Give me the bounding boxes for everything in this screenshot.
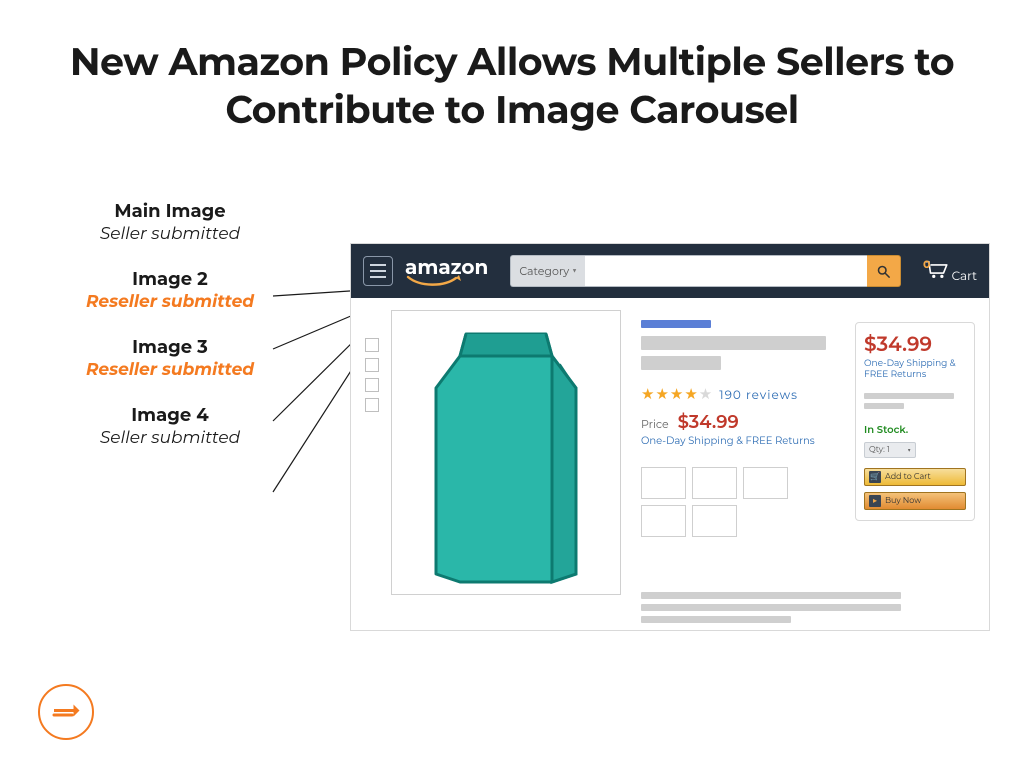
placeholder-line [864,393,954,399]
image-thumbnails [365,338,379,412]
menu-icon[interactable] [363,256,393,286]
slide: New Amazon Policy Allows Multiple Seller… [0,0,1024,768]
price-value: $34.99 [678,411,739,433]
title-placeholder [641,336,826,350]
label-main-image: Main Image Seller submitted [40,200,300,244]
product-page: ★★★★★190 reviews Price $34.99 One-Day Sh… [351,298,989,632]
brand-logo-badge [38,684,94,740]
buy-now-button[interactable]: ▸ Buy Now [864,492,966,510]
label-image-4: Image 4 Seller submitted [40,404,300,448]
label-title: Image 2 [40,268,300,290]
thumbnail[interactable] [365,398,379,412]
stock-status: In Stock. [864,423,966,436]
brand-logo-icon [51,701,81,723]
main-product-image [391,310,621,595]
reviews-link[interactable]: 190 reviews [719,388,798,403]
product-info: ★★★★★190 reviews Price $34.99 One-Day Sh… [641,320,836,537]
cart-count: 0 [923,257,930,271]
description-placeholder [641,592,901,623]
button-label: Buy Now [885,496,921,506]
variant-thumb[interactable] [743,467,788,499]
label-subtitle: Reseller submitted [40,360,300,380]
cart-link[interactable]: 0 Cart [913,258,977,284]
category-label: Category [519,264,569,278]
caret-down-icon: ▼ [907,446,911,454]
amazon-mock: amazon Category ▼ 0 [350,243,990,631]
cart-label: Cart [952,269,977,284]
search-button[interactable] [867,255,901,287]
thumbnail[interactable] [365,378,379,392]
search-category-dropdown[interactable]: Category ▼ [510,255,585,287]
price-label: Price [641,417,669,431]
qty-selector[interactable]: Qty: 1 ▼ [864,442,916,458]
shipping-text: One-Day Shipping & FREE Returns [641,435,815,447]
caret-down-icon: ▼ [572,266,577,276]
search-icon [876,264,891,279]
brand-placeholder [641,320,711,328]
title-placeholder [641,356,721,370]
button-label: Add to Cart [885,472,931,482]
thumbnail[interactable] [365,338,379,352]
label-title: Image 3 [40,336,300,358]
thumbnail[interactable] [365,358,379,372]
amazon-logo: amazon [405,256,488,286]
image-labels: Main Image Seller submitted Image 2 Rese… [40,200,300,472]
product-bag-icon [426,326,586,586]
slide-title: New Amazon Policy Allows Multiple Seller… [0,38,1024,133]
label-title: Main Image [40,200,300,222]
label-subtitle: Seller submitted [40,428,300,448]
variant-thumb[interactable] [692,505,737,537]
amazon-smile-icon [406,275,464,289]
buybox-price: $34.99 [864,333,966,357]
placeholder-line [864,403,904,409]
variant-thumb[interactable] [641,467,686,499]
play-mini-icon: ▸ [869,495,881,507]
search-input[interactable] [585,255,867,287]
cart-mini-icon: 🛒 [869,471,881,483]
add-to-cart-button[interactable]: 🛒 Add to Cart [864,468,966,486]
variant-thumb[interactable] [692,467,737,499]
label-subtitle: Reseller submitted [40,292,300,312]
label-image-2: Image 2 Reseller submitted [40,268,300,312]
label-subtitle: Seller submitted [40,224,300,244]
label-title: Image 4 [40,404,300,426]
variant-thumb[interactable] [641,505,686,537]
price-row: Price $34.99 One-Day Shipping & FREE Ret… [641,411,836,447]
star-rating: ★★★★★190 reviews [641,384,836,403]
buy-box: $34.99 One-Day Shipping & FREE Returns I… [855,322,975,521]
amazon-navbar: amazon Category ▼ 0 [351,244,989,298]
search-bar: Category ▼ [510,255,901,287]
variant-thumbnails [641,467,836,537]
buybox-shipping: One-Day Shipping & FREE Returns [864,359,966,381]
qty-label: Qty: 1 [869,445,890,455]
label-image-3: Image 3 Reseller submitted [40,336,300,380]
